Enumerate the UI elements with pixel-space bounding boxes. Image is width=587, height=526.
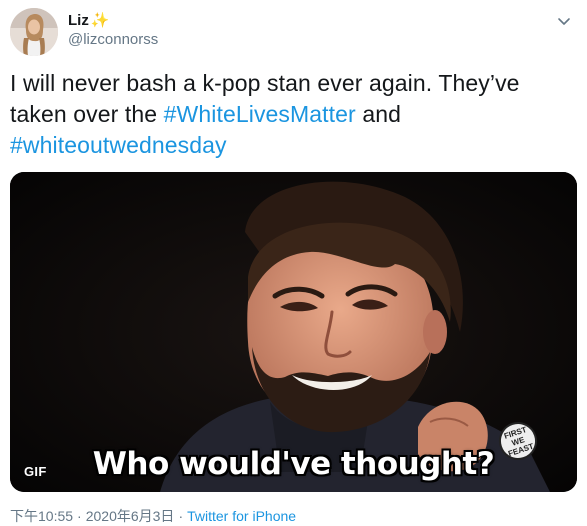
meta-separator: · xyxy=(178,508,184,524)
hashtag-link[interactable]: #WhiteLivesMatter xyxy=(164,101,356,127)
tweet-text: I will never bash a k-pop stan ever agai… xyxy=(10,68,575,161)
tweet-text-part: and xyxy=(355,101,401,127)
tweet-source-link[interactable]: Twitter for iPhone xyxy=(187,508,296,524)
sparkles-icon: ✨ xyxy=(90,12,110,29)
tweet-time[interactable]: 下午10:55 xyxy=(10,506,73,526)
display-name[interactable]: Liz xyxy=(68,11,89,30)
tweet-meta: 下午10:55 · 2020年6月3日 · Twitter for iPhone xyxy=(10,506,296,526)
gif-media[interactable]: FIRST WE FEAST Who would've thought? GIF xyxy=(10,172,577,492)
hashtag-link[interactable]: #whiteoutwednesday xyxy=(10,132,227,158)
chevron-down-icon[interactable] xyxy=(553,12,575,30)
gif-frame xyxy=(10,172,577,492)
meta-separator: · xyxy=(77,508,82,524)
user-handle[interactable]: @lizconnorss xyxy=(68,30,158,49)
gif-caption: Who would've thought? xyxy=(92,446,495,482)
tweet-date[interactable]: 2020年6月3日 xyxy=(86,506,175,526)
tweet-header: Liz ✨ @lizconnorss xyxy=(10,5,158,59)
gif-badge: GIF xyxy=(24,464,47,479)
avatar[interactable] xyxy=(10,8,58,56)
